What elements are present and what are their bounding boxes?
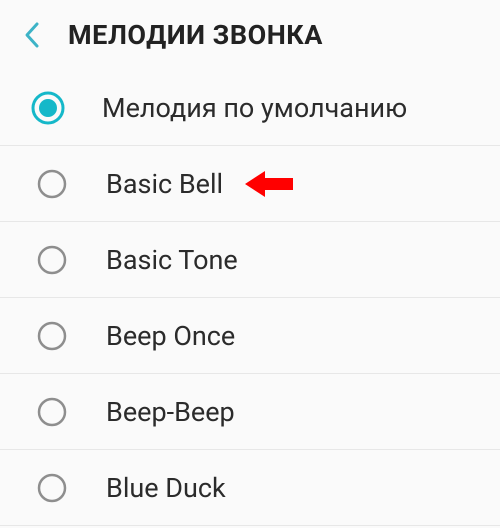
radio-button[interactable]	[34, 242, 70, 278]
radio-unselected-icon	[36, 396, 68, 428]
radio-button[interactable]	[34, 318, 70, 354]
ringtone-label: Basic Tone	[106, 244, 238, 276]
radio-button[interactable]	[34, 166, 70, 202]
app-header: МЕЛОДИИ ЗВОНКА	[0, 0, 500, 70]
ringtone-label: Мелодия по умолчанию	[102, 92, 407, 124]
arrow-left-annotation-icon	[245, 169, 293, 199]
radio-unselected-icon	[36, 244, 68, 276]
radio-button[interactable]	[30, 90, 66, 126]
radio-unselected-icon	[36, 168, 68, 200]
radio-button[interactable]	[34, 470, 70, 506]
ringtone-row[interactable]: Beep-Beep	[0, 374, 500, 450]
page-title: МЕЛОДИИ ЗВОНКА	[68, 19, 323, 51]
chevron-left-icon	[23, 21, 41, 49]
ringtone-list: Мелодия по умолчанию Basic Bell Basic To…	[0, 70, 500, 526]
ringtone-row[interactable]: Beep Once	[0, 298, 500, 374]
ringtone-row[interactable]: Basic Bell	[0, 146, 500, 222]
ringtone-label: Blue Duck	[106, 472, 226, 504]
radio-button[interactable]	[34, 394, 70, 430]
ringtone-row[interactable]: Мелодия по умолчанию	[0, 70, 500, 146]
radio-unselected-icon	[36, 472, 68, 504]
ringtone-label: Basic Bell	[106, 168, 223, 200]
ringtone-label: Beep Once	[106, 320, 235, 352]
radio-selected-icon	[30, 90, 66, 126]
ringtone-label: Beep-Beep	[106, 396, 235, 428]
back-button[interactable]	[14, 17, 50, 53]
ringtone-row[interactable]: Blue Duck	[0, 450, 500, 526]
ringtone-row[interactable]: Basic Tone	[0, 222, 500, 298]
radio-unselected-icon	[36, 320, 68, 352]
